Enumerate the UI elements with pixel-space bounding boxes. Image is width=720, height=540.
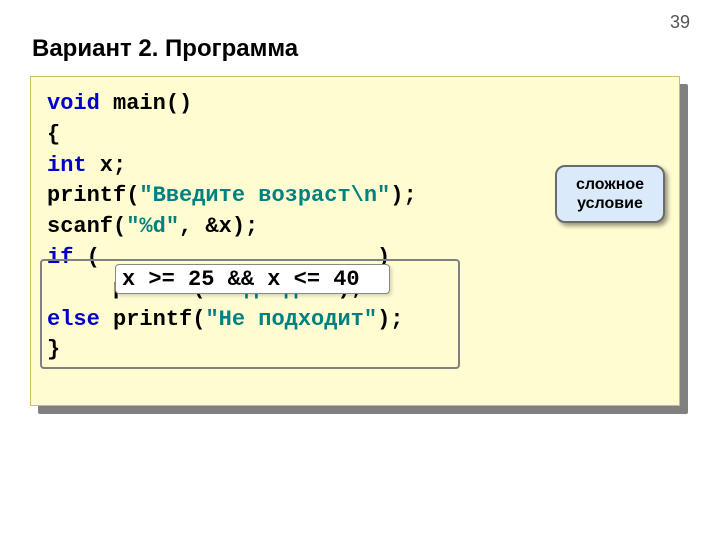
slide-title: Вариант 2. Программа [32, 35, 298, 63]
page-number: 39 [670, 12, 690, 33]
decl-x: x; [87, 153, 127, 178]
scanf: scanf( [47, 214, 126, 239]
scanf-end: , &x); [179, 214, 258, 239]
printf-1: printf( [47, 183, 139, 208]
fn-main: main() [100, 91, 192, 116]
callout-line1: сложное [576, 176, 644, 193]
str-prompt: "Введите возраст\n" [139, 183, 390, 208]
callout-box: сложное условие [555, 165, 665, 223]
kw-int: int [47, 153, 87, 178]
brace-open: { [47, 122, 60, 147]
kw-void: void [47, 91, 100, 116]
callout-line2: условие [577, 195, 643, 212]
str-fmt: "%d" [126, 214, 179, 239]
printf-1-end: ); [390, 183, 416, 208]
condition-highlight: x >= 25 && x <= 40 [115, 264, 390, 294]
